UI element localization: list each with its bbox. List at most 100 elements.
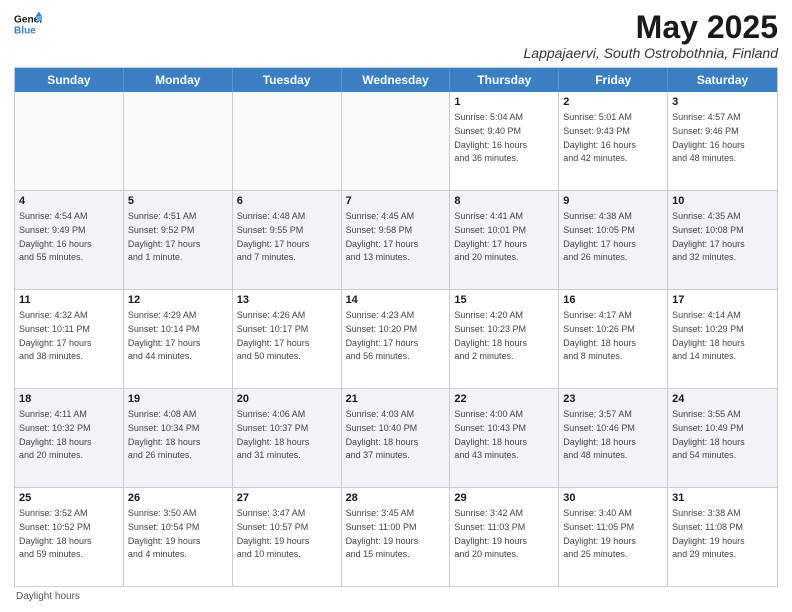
day-cell-16: 16 Sunrise: 4:17 AM Sunset: 10:26 PM Dayl… <box>559 290 668 388</box>
cell-info: Sunrise: 4:08 AM Sunset: 10:34 PM Daylig… <box>128 409 201 460</box>
week-row-4: 18 Sunrise: 4:11 AM Sunset: 10:32 PM Dayl… <box>15 389 777 488</box>
day-number: 28 <box>346 491 446 506</box>
day-cell-27: 27 Sunrise: 3:47 AM Sunset: 10:57 PM Dayl… <box>233 488 342 586</box>
day-cell-7: 7 Sunrise: 4:45 AM Sunset: 9:58 PM Daylig… <box>342 191 451 289</box>
day-number: 13 <box>237 293 337 308</box>
svg-text:Blue: Blue <box>14 25 36 36</box>
day-cell-12: 12 Sunrise: 4:29 AM Sunset: 10:14 PM Dayl… <box>124 290 233 388</box>
cell-info: Sunrise: 4:00 AM Sunset: 10:43 PM Daylig… <box>454 409 527 460</box>
day-number: 25 <box>19 491 119 506</box>
cell-info: Sunrise: 3:47 AM Sunset: 10:57 PM Daylig… <box>237 508 310 559</box>
week-row-1: 1Sunrise: 5:04 AM Sunset: 9:40 PM Daylig… <box>15 92 777 191</box>
cell-info: Sunrise: 4:20 AM Sunset: 10:23 PM Daylig… <box>454 310 527 361</box>
day-number: 7 <box>346 194 446 209</box>
cell-info: Sunrise: 4:26 AM Sunset: 10:17 PM Daylig… <box>237 310 310 361</box>
day-cell-8: 8 Sunrise: 4:41 AM Sunset: 10:01 PM Dayli… <box>450 191 559 289</box>
day-cell-18: 18 Sunrise: 4:11 AM Sunset: 10:32 PM Dayl… <box>15 389 124 487</box>
cell-info: Sunrise: 4:11 AM Sunset: 10:32 PM Daylig… <box>19 409 92 460</box>
day-cell-20: 20Sunrise: 4:06 AM Sunset: 10:37 PM Dayl… <box>233 389 342 487</box>
day-cell-10: 10 Sunrise: 4:35 AM Sunset: 10:08 PM Dayl… <box>668 191 777 289</box>
empty-cell <box>233 92 342 190</box>
cell-info: Sunrise: 4:48 AM Sunset: 9:55 PM Dayligh… <box>237 211 310 262</box>
footer-note: Daylight hours <box>14 591 778 602</box>
day-number: 12 <box>128 293 228 308</box>
calendar-header-row: SundayMondayTuesdayWednesdayThursdayFrid… <box>15 68 777 92</box>
day-cell-15: 15 Sunrise: 4:20 AM Sunset: 10:23 PM Dayl… <box>450 290 559 388</box>
weekday-header-friday: Friday <box>559 68 668 92</box>
day-number: 9 <box>563 194 663 209</box>
cell-info: Sunrise: 4:41 AM Sunset: 10:01 PM Daylig… <box>454 211 527 262</box>
day-number: 4 <box>19 194 119 209</box>
day-cell-6: 6Sunrise: 4:48 AM Sunset: 9:55 PM Daylig… <box>233 191 342 289</box>
day-cell-25: 25 Sunrise: 3:52 AM Sunset: 10:52 PM Dayl… <box>15 488 124 586</box>
cell-info: Sunrise: 3:38 AM Sunset: 11:08 PM Daylig… <box>672 508 745 559</box>
day-cell-23: 23 Sunrise: 3:57 AM Sunset: 10:46 PM Dayl… <box>559 389 668 487</box>
day-number: 27 <box>237 491 337 506</box>
day-number: 11 <box>19 293 119 308</box>
day-number: 29 <box>454 491 554 506</box>
day-cell-22: 22Sunrise: 4:00 AM Sunset: 10:43 PM Dayl… <box>450 389 559 487</box>
empty-cell <box>342 92 451 190</box>
cell-info: Sunrise: 4:38 AM Sunset: 10:05 PM Daylig… <box>563 211 636 262</box>
day-number: 1 <box>454 95 554 110</box>
day-number: 17 <box>672 293 773 308</box>
cell-info: Sunrise: 3:42 AM Sunset: 11:03 PM Daylig… <box>454 508 527 559</box>
weekday-header-saturday: Saturday <box>668 68 777 92</box>
day-number: 8 <box>454 194 554 209</box>
cell-info: Sunrise: 4:17 AM Sunset: 10:26 PM Daylig… <box>563 310 636 361</box>
day-number: 18 <box>19 392 119 407</box>
day-number: 24 <box>672 392 773 407</box>
calendar-body: 1Sunrise: 5:04 AM Sunset: 9:40 PM Daylig… <box>15 92 777 586</box>
day-cell-5: 5Sunrise: 4:51 AM Sunset: 9:52 PM Daylig… <box>124 191 233 289</box>
day-number: 5 <box>128 194 228 209</box>
cell-info: Sunrise: 4:57 AM Sunset: 9:46 PM Dayligh… <box>672 112 745 163</box>
day-cell-21: 21 Sunrise: 4:03 AM Sunset: 10:40 PM Dayl… <box>342 389 451 487</box>
day-number: 3 <box>672 95 773 110</box>
cell-info: Sunrise: 4:35 AM Sunset: 10:08 PM Daylig… <box>672 211 745 262</box>
weekday-header-sunday: Sunday <box>15 68 124 92</box>
cell-info: Sunrise: 3:55 AM Sunset: 10:49 PM Daylig… <box>672 409 745 460</box>
cell-info: Sunrise: 5:01 AM Sunset: 9:43 PM Dayligh… <box>563 112 636 163</box>
weekday-header-tuesday: Tuesday <box>233 68 342 92</box>
location-subtitle: Lappajaervi, South Ostrobothnia, Finland <box>524 45 779 61</box>
day-cell-17: 17 Sunrise: 4:14 AM Sunset: 10:29 PM Dayl… <box>668 290 777 388</box>
day-cell-3: 3 Sunrise: 4:57 AM Sunset: 9:46 PM Daylig… <box>668 92 777 190</box>
cell-info: Sunrise: 3:50 AM Sunset: 10:54 PM Daylig… <box>128 508 201 559</box>
day-cell-19: 19 Sunrise: 4:08 AM Sunset: 10:34 PM Dayl… <box>124 389 233 487</box>
weekday-header-monday: Monday <box>124 68 233 92</box>
cell-info: Sunrise: 3:45 AM Sunset: 11:00 PM Daylig… <box>346 508 419 559</box>
day-cell-4: 4 Sunrise: 4:54 AM Sunset: 9:49 PM Daylig… <box>15 191 124 289</box>
title-area: May 2025 Lappajaervi, South Ostrobothnia… <box>524 10 779 61</box>
logo: General Blue <box>14 10 42 38</box>
day-cell-30: 30 Sunrise: 3:40 AM Sunset: 11:05 PM Dayl… <box>559 488 668 586</box>
month-year-title: May 2025 <box>524 10 779 45</box>
day-cell-1: 1Sunrise: 5:04 AM Sunset: 9:40 PM Daylig… <box>450 92 559 190</box>
day-number: 15 <box>454 293 554 308</box>
cell-info: Sunrise: 4:14 AM Sunset: 10:29 PM Daylig… <box>672 310 745 361</box>
cell-info: Sunrise: 4:54 AM Sunset: 9:49 PM Dayligh… <box>19 211 92 262</box>
day-number: 21 <box>346 392 446 407</box>
cell-info: Sunrise: 3:57 AM Sunset: 10:46 PM Daylig… <box>563 409 636 460</box>
day-number: 10 <box>672 194 773 209</box>
day-number: 19 <box>128 392 228 407</box>
cell-info: Sunrise: 4:29 AM Sunset: 10:14 PM Daylig… <box>128 310 201 361</box>
day-cell-29: 29 Sunrise: 3:42 AM Sunset: 11:03 PM Dayl… <box>450 488 559 586</box>
logo-icon: General Blue <box>14 10 42 38</box>
day-number: 23 <box>563 392 663 407</box>
day-cell-13: 13 Sunrise: 4:26 AM Sunset: 10:17 PM Dayl… <box>233 290 342 388</box>
cell-info: Sunrise: 4:45 AM Sunset: 9:58 PM Dayligh… <box>346 211 419 262</box>
cell-info: Sunrise: 4:03 AM Sunset: 10:40 PM Daylig… <box>346 409 419 460</box>
day-number: 30 <box>563 491 663 506</box>
week-row-2: 4 Sunrise: 4:54 AM Sunset: 9:49 PM Daylig… <box>15 191 777 290</box>
day-number: 2 <box>563 95 663 110</box>
cell-info: Sunrise: 3:52 AM Sunset: 10:52 PM Daylig… <box>19 508 92 559</box>
weekday-header-thursday: Thursday <box>450 68 559 92</box>
day-number: 16 <box>563 293 663 308</box>
day-number: 14 <box>346 293 446 308</box>
cell-info: Sunrise: 3:40 AM Sunset: 11:05 PM Daylig… <box>563 508 636 559</box>
empty-cell <box>15 92 124 190</box>
day-cell-24: 24 Sunrise: 3:55 AM Sunset: 10:49 PM Dayl… <box>668 389 777 487</box>
day-number: 31 <box>672 491 773 506</box>
day-cell-26: 26Sunrise: 3:50 AM Sunset: 10:54 PM Dayl… <box>124 488 233 586</box>
weekday-header-wednesday: Wednesday <box>342 68 451 92</box>
